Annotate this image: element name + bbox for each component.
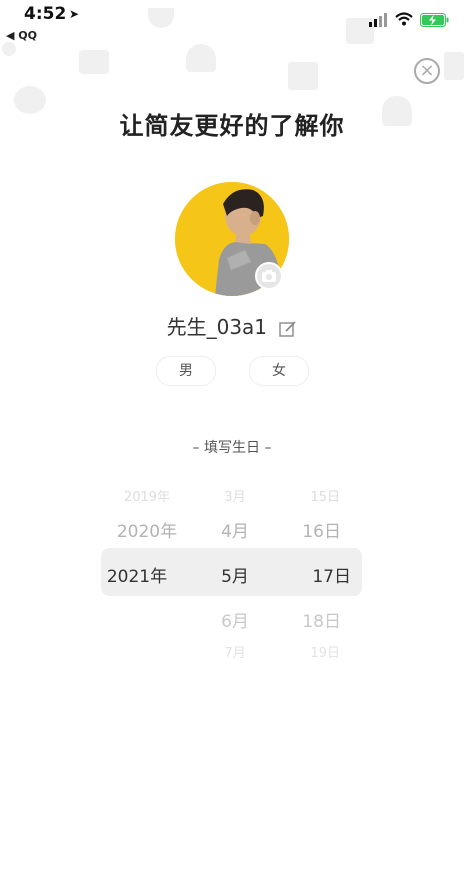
back-to-qq-link[interactable]: ◀ QQ bbox=[6, 29, 37, 42]
month-option[interactable]: 6月 bbox=[210, 607, 260, 632]
year-option-selected[interactable]: 2021年 bbox=[92, 562, 182, 587]
birthday-label: – 填写生日 – bbox=[192, 440, 272, 456]
nickname-row[interactable]: 先生_03a1 bbox=[0, 311, 464, 340]
gender-male-button[interactable]: 男 bbox=[156, 356, 216, 386]
status-time: 4:52 bbox=[24, 4, 67, 24]
nickname-text: 先生_03a1 bbox=[166, 315, 268, 339]
change-avatar-button[interactable] bbox=[255, 262, 283, 290]
camera-icon bbox=[262, 270, 276, 282]
gift-icon bbox=[288, 62, 318, 90]
day-option[interactable]: 19日 bbox=[280, 642, 340, 661]
gender-female-button[interactable]: 女 bbox=[249, 356, 309, 386]
status-bar: 4:52 ➤ ◀ QQ bbox=[0, 0, 464, 44]
edit-icon[interactable] bbox=[279, 320, 297, 338]
camera-icon bbox=[79, 50, 109, 74]
close-button[interactable]: × bbox=[414, 58, 440, 84]
battery-icon bbox=[420, 13, 449, 27]
headphones-icon bbox=[186, 44, 216, 72]
day-option[interactable]: 16日 bbox=[281, 517, 341, 542]
wifi-icon bbox=[395, 12, 413, 26]
month-option[interactable]: 4月 bbox=[210, 517, 260, 542]
month-option[interactable]: 7月 bbox=[210, 642, 260, 661]
film-icon bbox=[444, 52, 464, 80]
day-option[interactable]: 15日 bbox=[280, 486, 340, 505]
close-icon: × bbox=[419, 60, 435, 81]
year-option[interactable]: 2019年 bbox=[102, 486, 192, 505]
month-option[interactable]: 3月 bbox=[210, 486, 260, 505]
page-title: 让简友更好的了解你 bbox=[119, 112, 345, 140]
month-option-selected[interactable]: 5月 bbox=[210, 562, 260, 587]
day-option[interactable]: 18日 bbox=[281, 607, 341, 632]
location-arrow-icon: ➤ bbox=[69, 7, 80, 21]
year-option[interactable]: 2020年 bbox=[102, 517, 192, 542]
music-note-icon bbox=[2, 42, 16, 56]
day-option-selected[interactable]: 17日 bbox=[291, 562, 351, 587]
cellular-signal-icon bbox=[369, 13, 387, 27]
